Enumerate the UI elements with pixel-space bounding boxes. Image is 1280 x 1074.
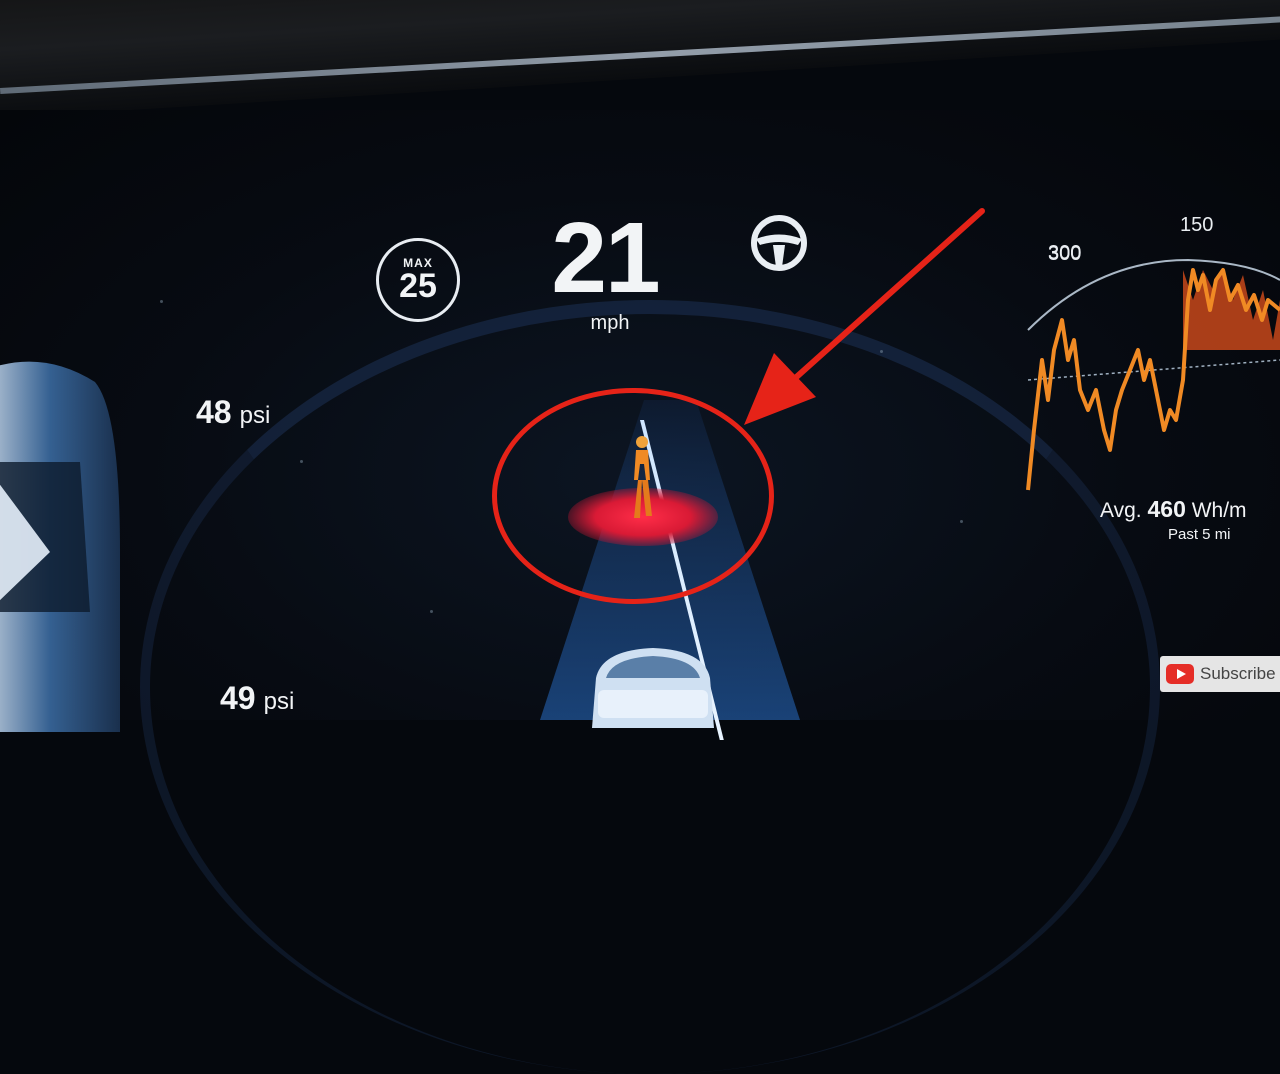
- screen-speckle: [160, 300, 163, 303]
- energy-graph-svg: 300 150: [1026, 215, 1280, 491]
- energy-average-label: Avg.: [1100, 499, 1142, 522]
- speed-limit-badge: MAX 25: [376, 238, 460, 322]
- tire-pressure-unit: psi: [263, 688, 295, 715]
- energy-consumption-graph: 300 150: [1018, 215, 1280, 500]
- tire-pressure-rear-left: 49 psi: [220, 680, 294, 717]
- energy-average: Avg. 460 Wh/m: [1100, 496, 1247, 523]
- tire-pressure-front-left: 48 psi: [196, 394, 270, 431]
- energy-tick-300-label: 300: [1048, 242, 1082, 264]
- screen-speckle: [300, 460, 303, 463]
- dashboard-bezel: [0, 0, 1280, 120]
- tire-pressure-unit: psi: [239, 402, 271, 429]
- screen-speckle: [960, 520, 963, 523]
- energy-average-unit: Wh/m: [1191, 499, 1247, 522]
- lead-vehicle-icon: [592, 648, 714, 728]
- energy-average-value: 460: [1147, 496, 1186, 522]
- annotation-arrow-icon: [744, 208, 985, 425]
- own-car-icon: [0, 361, 120, 732]
- youtube-icon: [1166, 664, 1194, 684]
- screen-speckle: [430, 610, 433, 613]
- tire-pressure-value: 48: [196, 394, 232, 430]
- tire-pressure-value: 49: [220, 680, 256, 716]
- speed-unit: mph: [590, 312, 630, 334]
- subscribe-label: Subscribe: [1200, 664, 1276, 683]
- current-speed: 21: [551, 202, 660, 314]
- subscribe-button[interactable]: Subscribe: [1160, 656, 1280, 692]
- energy-range-label: Past 5 mi: [1168, 526, 1231, 543]
- energy-tick-150-label: 150: [1180, 214, 1214, 236]
- speed-limit-value: 25: [399, 267, 437, 305]
